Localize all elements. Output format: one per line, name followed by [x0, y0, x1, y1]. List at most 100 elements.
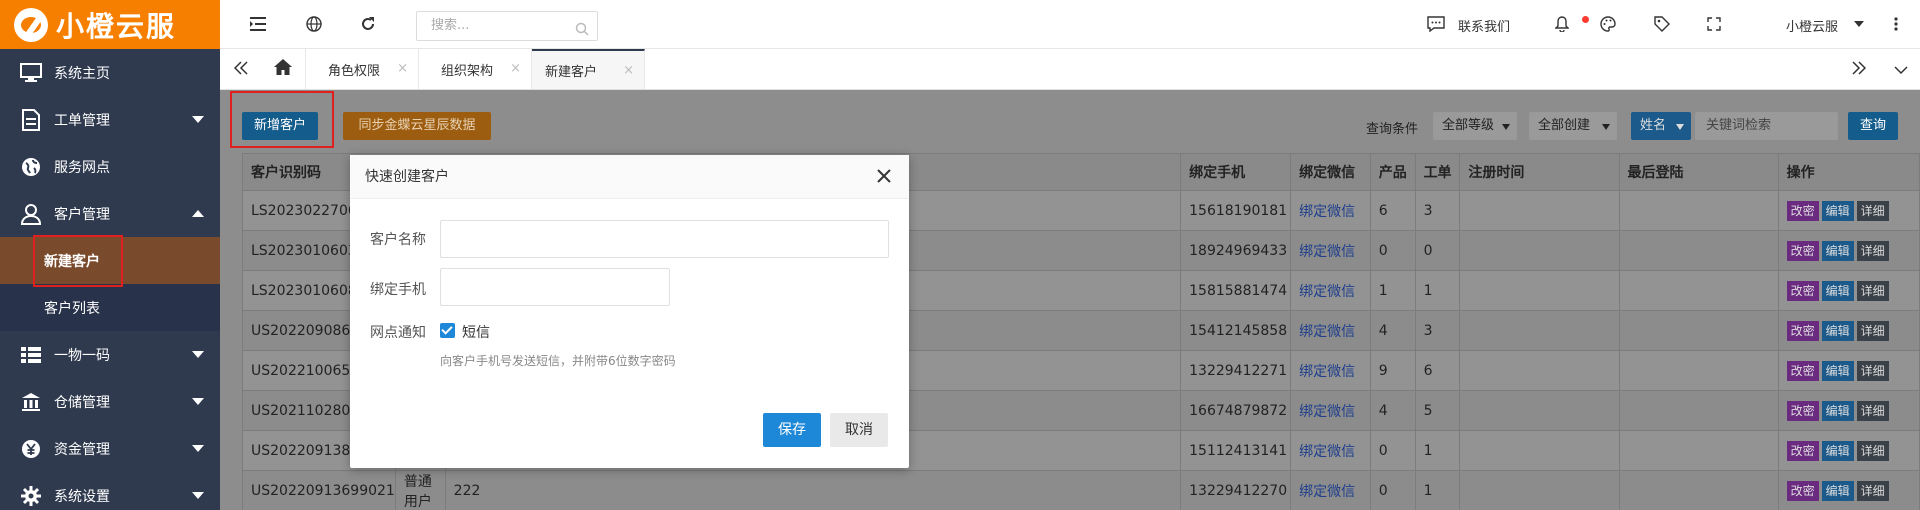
change-password-button[interactable]: 改密 — [1786, 400, 1819, 421]
sidebar-item-service-points[interactable]: 服务网点 — [0, 143, 220, 190]
change-password-button[interactable]: 改密 — [1786, 440, 1819, 461]
edit-button[interactable]: 编辑 — [1821, 440, 1854, 461]
edit-button[interactable]: 编辑 — [1821, 200, 1854, 221]
column-header: 产品 — [1369, 153, 1416, 191]
tag-icon[interactable] — [1652, 14, 1672, 34]
close-icon[interactable] — [875, 167, 893, 185]
edit-button[interactable]: 编辑 — [1821, 360, 1854, 381]
sidebar-item-home[interactable]: 系统主页 — [0, 49, 220, 96]
customer-code-cell: US20220913699021 — [242, 470, 396, 510]
detail-button[interactable]: 详细 — [1856, 240, 1889, 261]
user-menu[interactable]: 小橙云服 — [1786, 16, 1838, 35]
double-chevron-right-icon[interactable] — [1852, 61, 1867, 79]
change-password-button[interactable]: 改密 — [1786, 200, 1819, 221]
menu-toggle-icon[interactable] — [248, 14, 268, 34]
sidebar-item-label: 工单管理 — [54, 112, 110, 129]
create-select[interactable]: 全部创建 — [1529, 112, 1617, 140]
sidebar-item-funds[interactable]: 资金管理 — [0, 425, 220, 472]
caret-down-icon[interactable] — [1854, 21, 1864, 27]
save-button[interactable]: 保存 — [763, 413, 821, 447]
sidebar-item-warehouse[interactable]: 仓储管理 — [0, 378, 220, 425]
change-password-button[interactable]: 改密 — [1786, 360, 1819, 381]
search-button[interactable]: 查询 — [1848, 112, 1898, 140]
tab-new-customer[interactable]: 新建客户 × — [532, 49, 645, 89]
tab-org-structure[interactable]: 组织架构 × — [419, 49, 532, 89]
document-icon — [20, 108, 42, 131]
wechat-cell[interactable]: 绑定微信 — [1290, 230, 1371, 271]
search-icon[interactable] — [575, 19, 589, 47]
gear-icon — [20, 485, 42, 507]
tab-home[interactable] — [260, 49, 306, 89]
search-input[interactable]: 搜索... — [416, 11, 598, 41]
actions-cell: 改密 编辑 详细 — [1777, 230, 1920, 271]
sms-checkbox[interactable] — [440, 323, 455, 338]
brand-logo[interactable]: 小橙云服 — [0, 0, 220, 49]
edit-button[interactable]: 编辑 — [1821, 481, 1854, 501]
detail-button[interactable]: 详细 — [1856, 200, 1889, 221]
last-login-cell — [1618, 310, 1779, 351]
wechat-cell[interactable]: 绑定微信 — [1290, 390, 1371, 431]
palette-icon[interactable] — [1598, 14, 1618, 34]
sidebar-subitem-customer-list[interactable]: 客户列表 — [0, 284, 220, 331]
close-icon[interactable]: × — [510, 61, 521, 76]
wechat-cell[interactable]: 绑定微信 — [1290, 190, 1371, 231]
sidebar-item-customers[interactable]: 客户管理 — [0, 190, 220, 237]
wechat-cell[interactable]: 绑定微信 — [1290, 270, 1371, 311]
detail-button[interactable]: 详细 — [1856, 481, 1889, 501]
bind-phone-input[interactable] — [440, 268, 670, 306]
brand-name: 小橙云服 — [56, 9, 177, 43]
field-select[interactable]: 姓名 — [1631, 112, 1691, 140]
keyword-input[interactable]: 关键词检索 — [1695, 112, 1838, 140]
home-icon — [273, 59, 292, 79]
detail-button[interactable]: 详细 — [1856, 320, 1889, 341]
sidebar-item-label: 仓储管理 — [54, 394, 110, 411]
change-password-button[interactable]: 改密 — [1786, 320, 1819, 341]
user-icon — [20, 203, 42, 225]
bell-icon[interactable] — [1552, 14, 1572, 34]
detail-button[interactable]: 详细 — [1856, 440, 1889, 461]
chat-icon[interactable] — [1426, 14, 1446, 34]
detail-button[interactable]: 详细 — [1856, 280, 1889, 301]
change-password-button[interactable]: 改密 — [1786, 240, 1819, 261]
more-vertical-icon[interactable] — [1886, 14, 1906, 34]
last-login-cell — [1618, 350, 1779, 391]
double-chevron-left-icon[interactable] — [233, 61, 248, 79]
wechat-cell[interactable]: 绑定微信 — [1290, 470, 1371, 510]
close-icon[interactable]: × — [397, 61, 408, 76]
refresh-icon[interactable] — [358, 14, 378, 34]
change-password-button[interactable]: 改密 — [1786, 481, 1819, 501]
edit-button[interactable]: 编辑 — [1821, 280, 1854, 301]
cancel-button[interactable]: 取消 — [830, 413, 888, 447]
caret-down-icon — [1676, 124, 1684, 130]
wechat-cell[interactable]: 绑定微信 — [1290, 310, 1371, 351]
wechat-cell[interactable]: 绑定微信 — [1290, 430, 1371, 471]
quick-create-customer-dialog: 快速创建客户 客户名称 绑定手机 网点通知 短信 向客户手机号发送短信，并附带6… — [350, 155, 909, 468]
last-login-cell — [1618, 470, 1779, 510]
edit-button[interactable]: 编辑 — [1821, 400, 1854, 421]
chevron-down-icon[interactable] — [1894, 64, 1908, 79]
sync-kingdee-button[interactable]: 同步金蝶云星辰数据 — [343, 112, 491, 140]
orders-cell: 1 — [1414, 470, 1461, 510]
globe-icon[interactable] — [304, 14, 324, 34]
detail-button[interactable]: 详细 — [1856, 400, 1889, 421]
edit-button[interactable]: 编辑 — [1821, 240, 1854, 261]
close-icon[interactable]: × — [623, 63, 634, 78]
sidebar-item-workorders[interactable]: 工单管理 — [0, 96, 220, 143]
edit-button[interactable]: 编辑 — [1821, 320, 1854, 341]
contact-us-link[interactable]: 联系我们 — [1458, 16, 1510, 35]
chevron-up-icon — [192, 210, 204, 217]
tab-role-permissions[interactable]: 角色权限 × — [306, 49, 419, 89]
sidebar-item-one-code[interactable]: 一物一码 — [0, 331, 220, 378]
query-conditions-label: 查询条件 — [1366, 122, 1419, 137]
detail-button[interactable]: 详细 — [1856, 360, 1889, 381]
chevron-down-icon — [192, 351, 204, 358]
level-select-value: 全部等级 — [1442, 118, 1495, 133]
sidebar-item-settings[interactable]: 系统设置 — [0, 472, 220, 510]
actions-cell: 改密 编辑 详细 — [1777, 430, 1920, 471]
level-select[interactable]: 全部等级 — [1433, 112, 1517, 140]
change-password-button[interactable]: 改密 — [1786, 280, 1819, 301]
wechat-cell[interactable]: 绑定微信 — [1290, 350, 1371, 391]
table-row: US20220913699021 普通用户 222 13229412270 绑定微信 0 1… — [242, 470, 1920, 510]
fullscreen-icon[interactable] — [1704, 14, 1724, 34]
customer-name-input[interactable] — [440, 220, 889, 258]
